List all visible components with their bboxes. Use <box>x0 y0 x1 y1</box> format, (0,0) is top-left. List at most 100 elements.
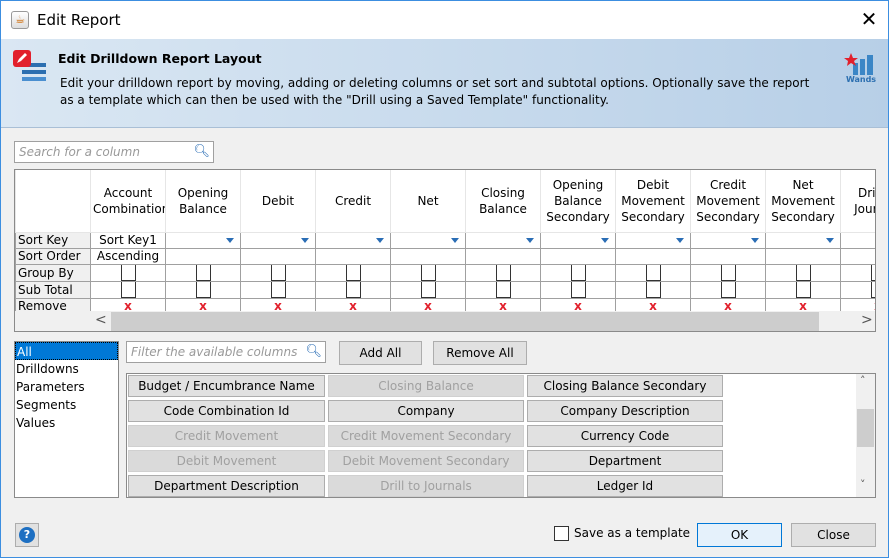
group-by-checkbox[interactable] <box>645 265 661 280</box>
column-header[interactable]: Net <box>390 170 466 233</box>
scroll-thumb[interactable] <box>111 312 819 331</box>
sub-total-checkbox[interactable] <box>645 282 661 297</box>
sub-total-cell <box>540 280 616 299</box>
sort-key-dropdown[interactable] <box>315 231 391 249</box>
sub-total-checkbox[interactable] <box>195 282 211 297</box>
scroll-left-icon[interactable]: < <box>95 312 107 328</box>
sort-key-dropdown[interactable] <box>615 231 691 249</box>
group-by-checkbox[interactable] <box>120 265 136 280</box>
column-header[interactable]: Opening Balance <box>165 170 241 233</box>
sort-order-cell[interactable] <box>240 247 316 265</box>
horizontal-scrollbar[interactable]: < > <box>15 311 875 331</box>
group-by-cell <box>390 263 466 282</box>
sub-total-checkbox[interactable] <box>720 282 736 297</box>
sort-order-cell[interactable] <box>465 247 541 265</box>
vertical-scrollbar[interactable]: ˄ ˅ <box>856 374 875 497</box>
group-by-checkbox[interactable] <box>795 265 811 280</box>
sort-order-cell[interactable] <box>615 247 691 265</box>
column-header[interactable]: Account Combination <box>90 170 166 233</box>
sort-key-cell[interactable]: Sort Key1 <box>90 231 166 249</box>
group-by-checkbox[interactable] <box>270 265 286 280</box>
scroll-thumb[interactable] <box>857 409 874 447</box>
available-column-button[interactable]: Credit Movement Secondary <box>328 425 524 447</box>
group-by-checkbox[interactable] <box>570 265 586 280</box>
group-by-checkbox[interactable] <box>495 265 511 280</box>
category-item[interactable]: Parameters <box>15 378 118 396</box>
sub-total-checkbox[interactable] <box>870 282 875 297</box>
sort-key-dropdown[interactable] <box>465 231 541 249</box>
sort-order-cell[interactable] <box>765 247 841 265</box>
sort-key-dropdown[interactable] <box>840 231 875 249</box>
sub-total-checkbox[interactable] <box>120 282 136 297</box>
sort-key-dropdown[interactable] <box>690 231 766 249</box>
group-by-checkbox[interactable] <box>870 265 875 280</box>
sort-key-dropdown[interactable] <box>540 231 616 249</box>
sort-order-cell[interactable]: Ascending <box>90 247 166 265</box>
sub-total-checkbox[interactable] <box>795 282 811 297</box>
category-item[interactable]: Segments <box>15 396 118 414</box>
available-column-button[interactable]: Ledger Id <box>527 475 723 497</box>
category-item[interactable]: Values <box>15 414 118 432</box>
sort-order-cell[interactable] <box>690 247 766 265</box>
sort-order-cell[interactable] <box>540 247 616 265</box>
sort-order-cell[interactable] <box>390 247 466 265</box>
help-button[interactable]: ? <box>15 523 39 547</box>
scroll-down-icon[interactable]: ˅ <box>860 478 866 491</box>
sort-key-dropdown[interactable] <box>390 231 466 249</box>
filter-columns-input[interactable]: Filter the available columns 🔍︎ <box>126 341 326 363</box>
sub-total-checkbox[interactable] <box>495 282 511 297</box>
available-column-button[interactable]: Department <box>527 450 723 472</box>
remove-all-button[interactable]: Remove All <box>433 341 527 365</box>
category-item[interactable]: All <box>15 342 118 360</box>
available-column-button[interactable]: Drill to Journals <box>328 475 524 497</box>
sort-key-dropdown[interactable] <box>165 231 241 249</box>
group-by-checkbox[interactable] <box>345 265 361 280</box>
add-all-button[interactable]: Add All <box>339 341 422 365</box>
sub-total-checkbox[interactable] <box>270 282 286 297</box>
sub-total-cell <box>90 280 166 299</box>
sort-order-cell[interactable] <box>165 247 241 265</box>
column-header[interactable]: Drill to Journals <box>840 170 875 233</box>
close-button[interactable]: Close <box>791 523 876 547</box>
available-column-button[interactable]: Company Description <box>527 400 723 422</box>
save-as-template-checkbox[interactable] <box>554 526 569 541</box>
group-by-checkbox[interactable] <box>195 265 211 280</box>
scroll-right-icon[interactable]: > <box>861 312 873 328</box>
column-header[interactable]: Net Movement Secondary <box>765 170 841 233</box>
available-column-button[interactable]: Code Combination Id <box>128 400 325 422</box>
column-search-input[interactable]: Search for a column 🔍︎ <box>14 141 214 163</box>
search-icon[interactable]: 🔍︎ <box>305 344 322 359</box>
ok-button[interactable]: OK <box>697 523 782 547</box>
available-column-button[interactable]: Closing Balance <box>328 375 524 397</box>
category-item[interactable]: Drilldowns <box>15 360 118 378</box>
available-column-button[interactable]: Budget / Encumbrance Name <box>128 375 325 397</box>
sub-total-cell <box>765 280 841 299</box>
group-by-cell <box>690 263 766 282</box>
available-column-button[interactable]: Currency Code <box>527 425 723 447</box>
column-header[interactable]: Debit <box>240 170 316 233</box>
group-by-cell <box>240 263 316 282</box>
column-header[interactable]: Credit Movement Secondary <box>690 170 766 233</box>
group-by-checkbox[interactable] <box>720 265 736 280</box>
column-header[interactable]: Credit <box>315 170 391 233</box>
scroll-up-icon[interactable]: ˄ <box>860 374 866 387</box>
sort-key-dropdown[interactable] <box>765 231 841 249</box>
sub-total-checkbox[interactable] <box>420 282 436 297</box>
available-column-button[interactable]: Department Description <box>128 475 325 497</box>
search-icon[interactable]: 🔍︎ <box>193 144 210 159</box>
sub-total-checkbox[interactable] <box>345 282 361 297</box>
window-close-icon[interactable]: ✕ <box>857 7 881 31</box>
sub-total-checkbox[interactable] <box>570 282 586 297</box>
sort-order-cell[interactable] <box>315 247 391 265</box>
group-by-checkbox[interactable] <box>420 265 436 280</box>
available-column-button[interactable]: Company <box>328 400 524 422</box>
available-column-button[interactable]: Debit Movement Secondary <box>328 450 524 472</box>
sort-key-dropdown[interactable] <box>240 231 316 249</box>
column-header[interactable]: Opening Balance Secondary <box>540 170 616 233</box>
available-column-button[interactable]: Credit Movement <box>128 425 325 447</box>
sort-order-cell[interactable] <box>840 247 875 265</box>
column-header[interactable]: Debit Movement Secondary <box>615 170 691 233</box>
available-column-button[interactable]: Debit Movement <box>128 450 325 472</box>
available-column-button[interactable]: Closing Balance Secondary <box>527 375 723 397</box>
column-header[interactable]: Closing Balance <box>465 170 541 233</box>
